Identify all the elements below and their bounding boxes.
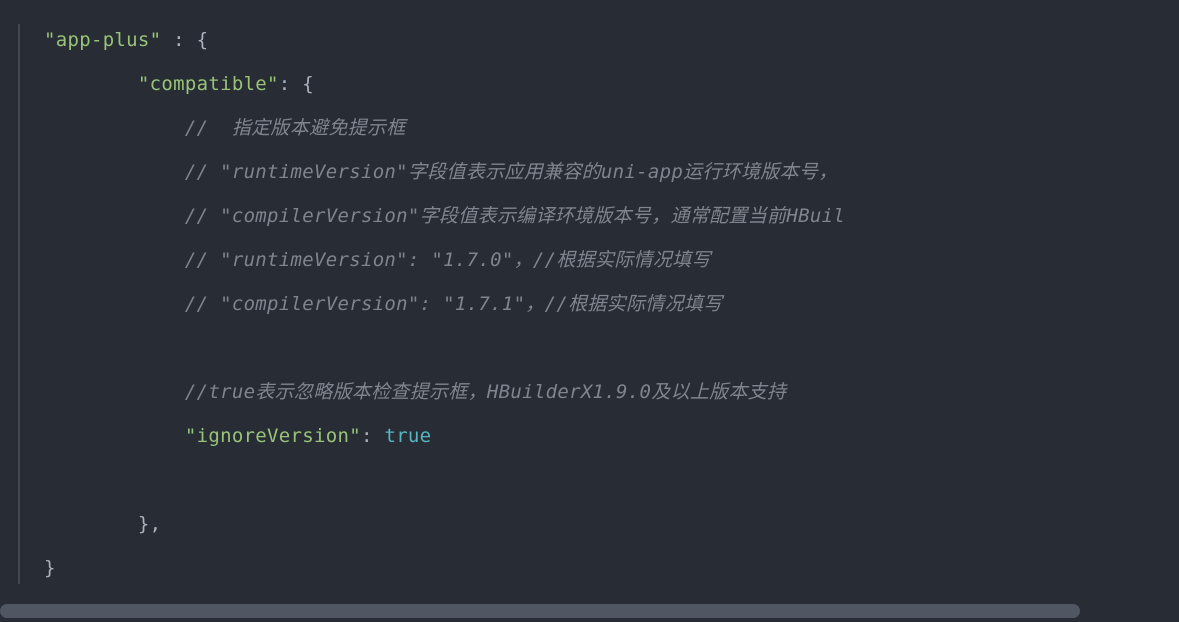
- code-line: [0, 326, 1179, 370]
- indent: [44, 249, 185, 271]
- comment: // 指定版本避免提示框: [185, 117, 406, 139]
- brace: },: [138, 513, 161, 535]
- indent: [44, 469, 185, 491]
- json-boolean: true: [384, 425, 431, 447]
- indent: [44, 513, 138, 535]
- indent: [44, 161, 185, 183]
- code-line: "ignoreVersion": true: [0, 414, 1179, 458]
- code-line: }: [0, 546, 1179, 590]
- brace: {: [302, 73, 314, 95]
- indent: [44, 425, 185, 447]
- indent: [44, 117, 185, 139]
- code-line: },: [0, 502, 1179, 546]
- code-line: // "compilerVersion": "1.7.1"，//根据实际情况填写: [0, 282, 1179, 326]
- comment: // "runtimeVersion": "1.7.0"，//根据实际情况填写: [185, 249, 711, 271]
- indent: [44, 73, 138, 95]
- code-line: //true表示忽略版本检查提示框，HBuilderX1.9.0及以上版本支持: [0, 370, 1179, 414]
- comment: //true表示忽略版本检查提示框，HBuilderX1.9.0及以上版本支持: [185, 381, 786, 403]
- indent: [44, 381, 185, 403]
- indent-guide: [18, 24, 20, 584]
- code-line: [0, 458, 1179, 502]
- indent: [44, 205, 185, 227]
- horizontal-scrollbar[interactable]: [0, 604, 1179, 618]
- scrollbar-thumb[interactable]: [0, 604, 1080, 618]
- code-line: "app-plus" : {: [0, 18, 1179, 62]
- brace: {: [197, 29, 209, 51]
- json-key: "compatible": [138, 73, 279, 95]
- code-line: // "compilerVersion"字段值表示编译环境版本号，通常配置当前H…: [0, 194, 1179, 238]
- code-line: // "runtimeVersion"字段值表示应用兼容的uni-app运行环境…: [0, 150, 1179, 194]
- json-key: "app-plus": [44, 29, 161, 51]
- json-key: "ignoreVersion": [185, 425, 361, 447]
- separator: :: [161, 29, 196, 51]
- separator: :: [361, 425, 384, 447]
- comment: // "compilerVersion"字段值表示编译环境版本号，通常配置当前H…: [185, 205, 845, 227]
- comment: // "compilerVersion": "1.7.1"，//根据实际情况填写: [185, 293, 723, 315]
- code-line: // "runtimeVersion": "1.7.0"，//根据实际情况填写: [0, 238, 1179, 282]
- separator: :: [279, 73, 302, 95]
- code-line: // 指定版本避免提示框: [0, 106, 1179, 150]
- indent: [44, 293, 185, 315]
- code-editor[interactable]: "app-plus" : { "compatible": { // 指定版本避免…: [0, 0, 1179, 622]
- comment: // "runtimeVersion"字段值表示应用兼容的uni-app运行环境…: [185, 161, 838, 183]
- brace: }: [44, 557, 56, 579]
- indent: [44, 337, 185, 359]
- code-line: "compatible": {: [0, 62, 1179, 106]
